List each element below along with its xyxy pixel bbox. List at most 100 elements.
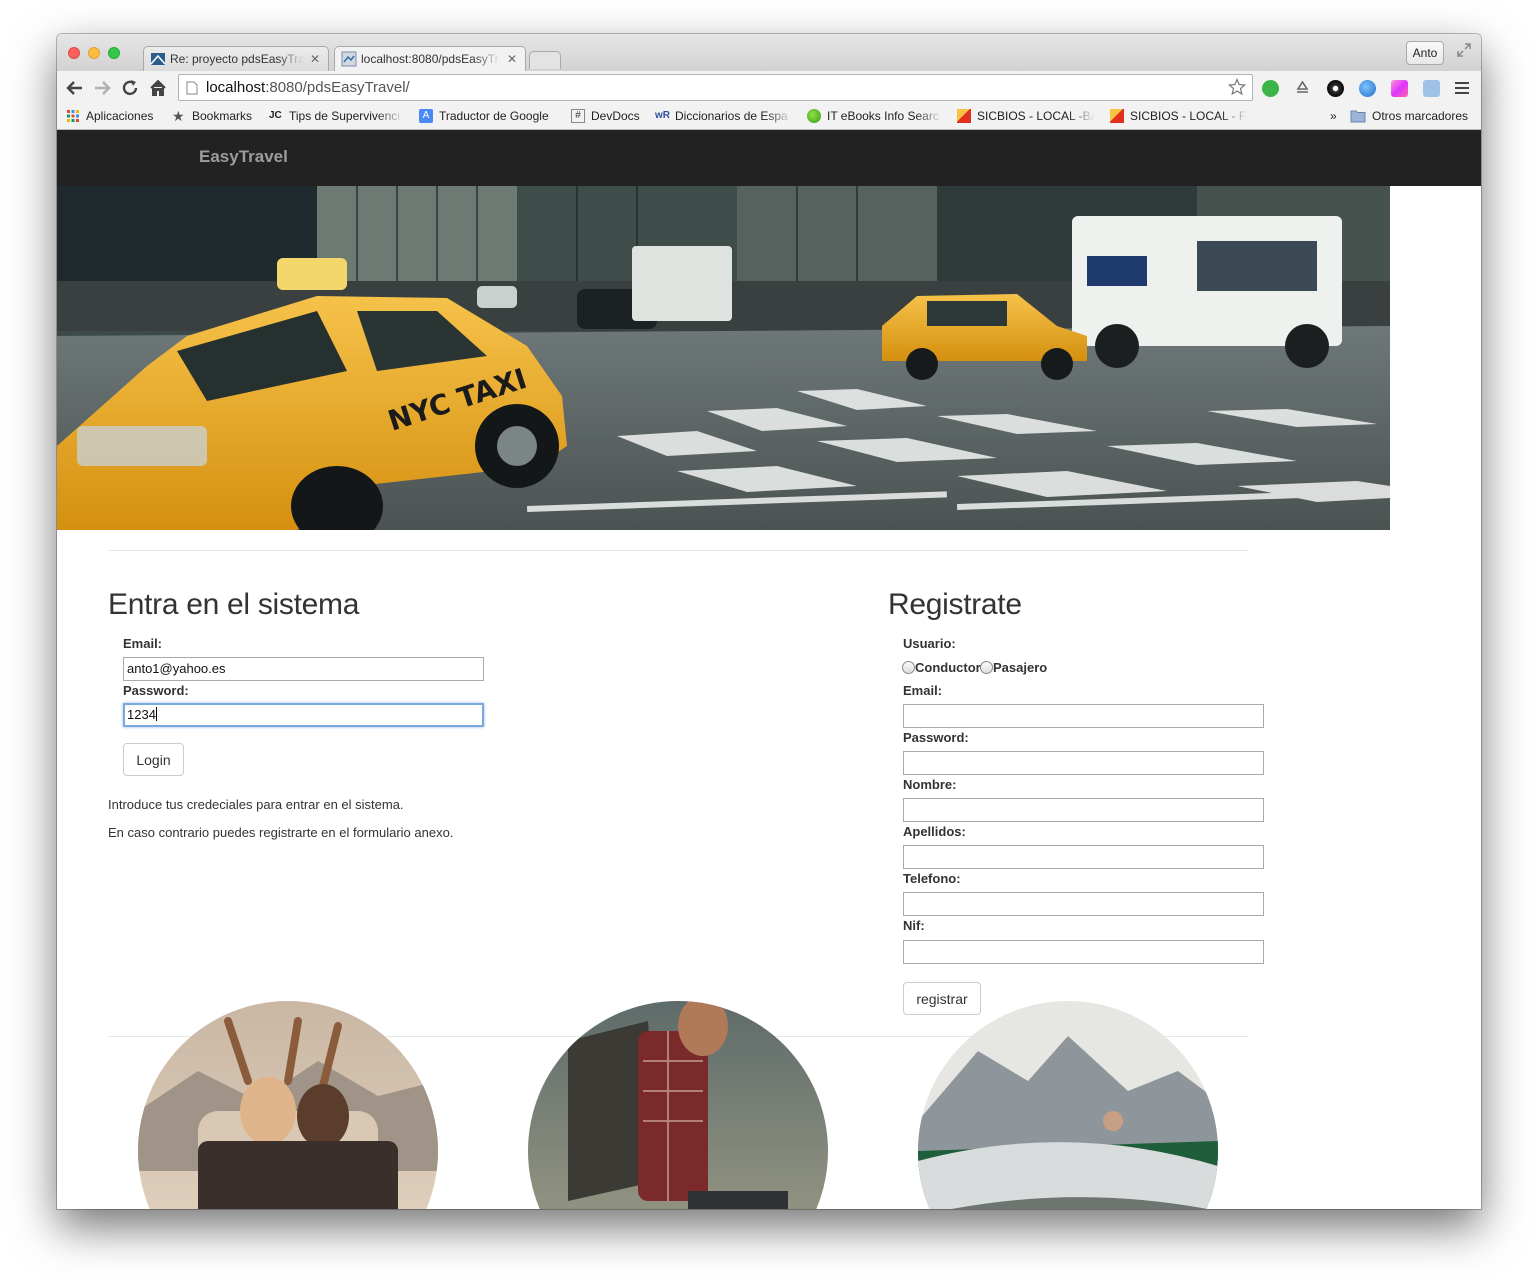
radio-pasajero-label: Pasajero <box>993 660 1048 675</box>
apps-grid-icon <box>67 110 79 122</box>
browser-toolbar: localhost:8080/pdsEasyTravel/ <box>57 71 1481 104</box>
register-password-input[interactable] <box>903 751 1264 775</box>
login-button[interactable]: Login <box>123 743 184 776</box>
bookmark-label: Aplicaciones <box>86 109 154 123</box>
bookmark-star-icon[interactable] <box>1228 78 1246 96</box>
register-surname-label: Apellidos: <box>903 824 966 839</box>
text-cursor <box>155 707 157 721</box>
bookmark-sicbios-1[interactable]: SICBIOS - LOCAL -BA <box>957 108 1095 124</box>
bookmark-label: Otros marcadores <box>1372 109 1469 123</box>
home-icon[interactable] <box>148 78 168 98</box>
bookmark-label: SICBIOS - LOCAL -BA <box>977 109 1095 123</box>
folder-icon <box>1350 110 1366 123</box>
login-title: Entra en el sistema <box>108 588 360 621</box>
password-text: 1234 <box>127 707 156 722</box>
menu-icon[interactable] <box>1455 82 1469 94</box>
translate-icon: A <box>419 109 433 123</box>
login-password-label: Password: <box>123 683 189 698</box>
globe-extension-icon[interactable] <box>1359 80 1376 97</box>
login-help-text-2: En caso contrario puedes registrarte en … <box>108 825 454 840</box>
tab-strip: Re: proyecto pdsEasyTrave ✕ localhost:80… <box>57 34 1481 71</box>
login-help-text-1: Introduce tus credeciales para entrar en… <box>108 797 404 812</box>
close-window-button[interactable] <box>68 47 80 59</box>
minimize-window-button[interactable] <box>88 47 100 59</box>
tab-title: Re: proyecto pdsEasyTrave <box>170 52 304 66</box>
hash-icon: # <box>571 109 585 123</box>
new-tab-button[interactable] <box>529 51 561 69</box>
register-name-label: Nombre: <box>903 777 957 792</box>
register-user-label: Usuario: <box>903 636 956 651</box>
bookmark-label: DevDocs <box>591 109 640 123</box>
feature-image-road-trip <box>138 1001 438 1209</box>
bookmarks-bar: Aplicaciones ★ Bookmarks JC Tips de Supe… <box>57 104 1481 130</box>
browser-tab-email[interactable]: Re: proyecto pdsEasyTrave ✕ <box>143 46 329 71</box>
login-password-input[interactable]: 1234 <box>123 703 484 727</box>
bookmark-sicbios-2[interactable]: SICBIOS - LOCAL - F <box>1110 108 1248 124</box>
register-password-label: Password: <box>903 730 969 745</box>
feature-image-mountain-car <box>918 1001 1218 1209</box>
bookmark-diccionarios[interactable]: wR Diccionarios de Espa <box>655 108 793 124</box>
bookmark-label: SICBIOS - LOCAL - F <box>1130 109 1247 123</box>
sicbios-icon <box>957 109 971 123</box>
color-extension-icon[interactable] <box>1391 80 1408 97</box>
radio-pasajero[interactable] <box>980 661 993 674</box>
bookmark-label: Diccionarios de Espa <box>675 109 788 123</box>
page-viewport: EasyTravel NYC TAXI Entra en el sistema … <box>57 130 1481 1209</box>
camera-lens-extension-icon[interactable] <box>1327 80 1344 97</box>
bookmark-bookmarks[interactable]: ★ Bookmarks <box>172 108 252 124</box>
bookmark-label: IT eBooks Info Searc <box>827 109 939 123</box>
bookmark-itebooks[interactable]: IT eBooks Info Searc <box>807 108 943 124</box>
mail-favicon-icon <box>150 53 166 65</box>
wr-icon: wR <box>655 110 670 121</box>
reload-icon[interactable] <box>120 78 140 98</box>
login-email-label: Email: <box>123 636 163 651</box>
register-phone-label: Telefono: <box>903 871 961 886</box>
browser-tab-active[interactable]: localhost:8080/pdsEasyTra ✕ <box>334 46 526 71</box>
register-email-input[interactable] <box>903 704 1264 728</box>
page-icon <box>186 81 198 94</box>
url-host: localhost <box>206 79 266 96</box>
bookmarks-overflow-button[interactable]: » <box>1330 108 1337 124</box>
login-email-input[interactable]: anto1@yahoo.es <box>123 657 484 681</box>
star-icon: ★ <box>172 108 185 124</box>
register-phone-input[interactable] <box>903 892 1264 916</box>
screenshot-extension-icon[interactable] <box>1423 80 1440 97</box>
register-surname-input[interactable] <box>903 845 1264 869</box>
bookmark-devdocs[interactable]: # DevDocs <box>571 108 640 124</box>
radio-conductor[interactable] <box>902 661 915 674</box>
bookmark-label: Tips de Supervivenci <box>289 109 400 123</box>
bookmark-label: Traductor de Google <box>439 109 549 123</box>
jc-icon: JC <box>269 110 282 121</box>
url-path: :8080/pdsEasyTravel/ <box>265 79 410 96</box>
other-bookmarks[interactable]: Otros marcadores <box>1350 108 1468 124</box>
register-nif-input[interactable] <box>903 940 1264 964</box>
radio-conductor-label: Conductor <box>915 660 981 675</box>
address-bar[interactable]: localhost:8080/pdsEasyTravel/ <box>178 74 1253 101</box>
site-navbar: EasyTravel <box>57 130 1481 186</box>
site-brand[interactable]: EasyTravel <box>199 147 288 167</box>
evernote-extension-icon[interactable] <box>1262 80 1279 97</box>
register-button[interactable]: registrar <box>903 982 981 1015</box>
register-name-input[interactable] <box>903 798 1264 822</box>
divider <box>108 550 1248 551</box>
bookmark-label: Bookmarks <box>192 109 253 123</box>
bookmark-tips[interactable]: JC Tips de Supervivenci <box>269 108 404 124</box>
back-arrow-icon[interactable] <box>65 78 85 98</box>
hero-image: NYC TAXI <box>57 186 1390 530</box>
register-title: Registrate <box>888 588 1022 621</box>
forward-arrow-icon[interactable] <box>92 78 112 98</box>
profile-button[interactable]: Anto <box>1406 41 1444 65</box>
fullscreen-icon[interactable] <box>1457 43 1471 57</box>
close-tab-icon[interactable]: ✕ <box>310 52 320 66</box>
sicbios-icon <box>1110 109 1124 123</box>
ebook-icon <box>807 109 821 123</box>
recycle-extension-icon[interactable] <box>1294 80 1311 97</box>
bookmark-translate[interactable]: A Traductor de Google <box>419 108 549 124</box>
zoom-window-button[interactable] <box>108 47 120 59</box>
tab-title: localhost:8080/pdsEasyTra <box>361 52 501 66</box>
feature-image-backpacker <box>528 1001 828 1209</box>
close-tab-icon[interactable]: ✕ <box>507 52 517 66</box>
page-favicon-icon <box>341 51 357 67</box>
register-nif-label: Nif: <box>903 918 925 933</box>
bookmark-apps[interactable]: Aplicaciones <box>66 108 153 124</box>
